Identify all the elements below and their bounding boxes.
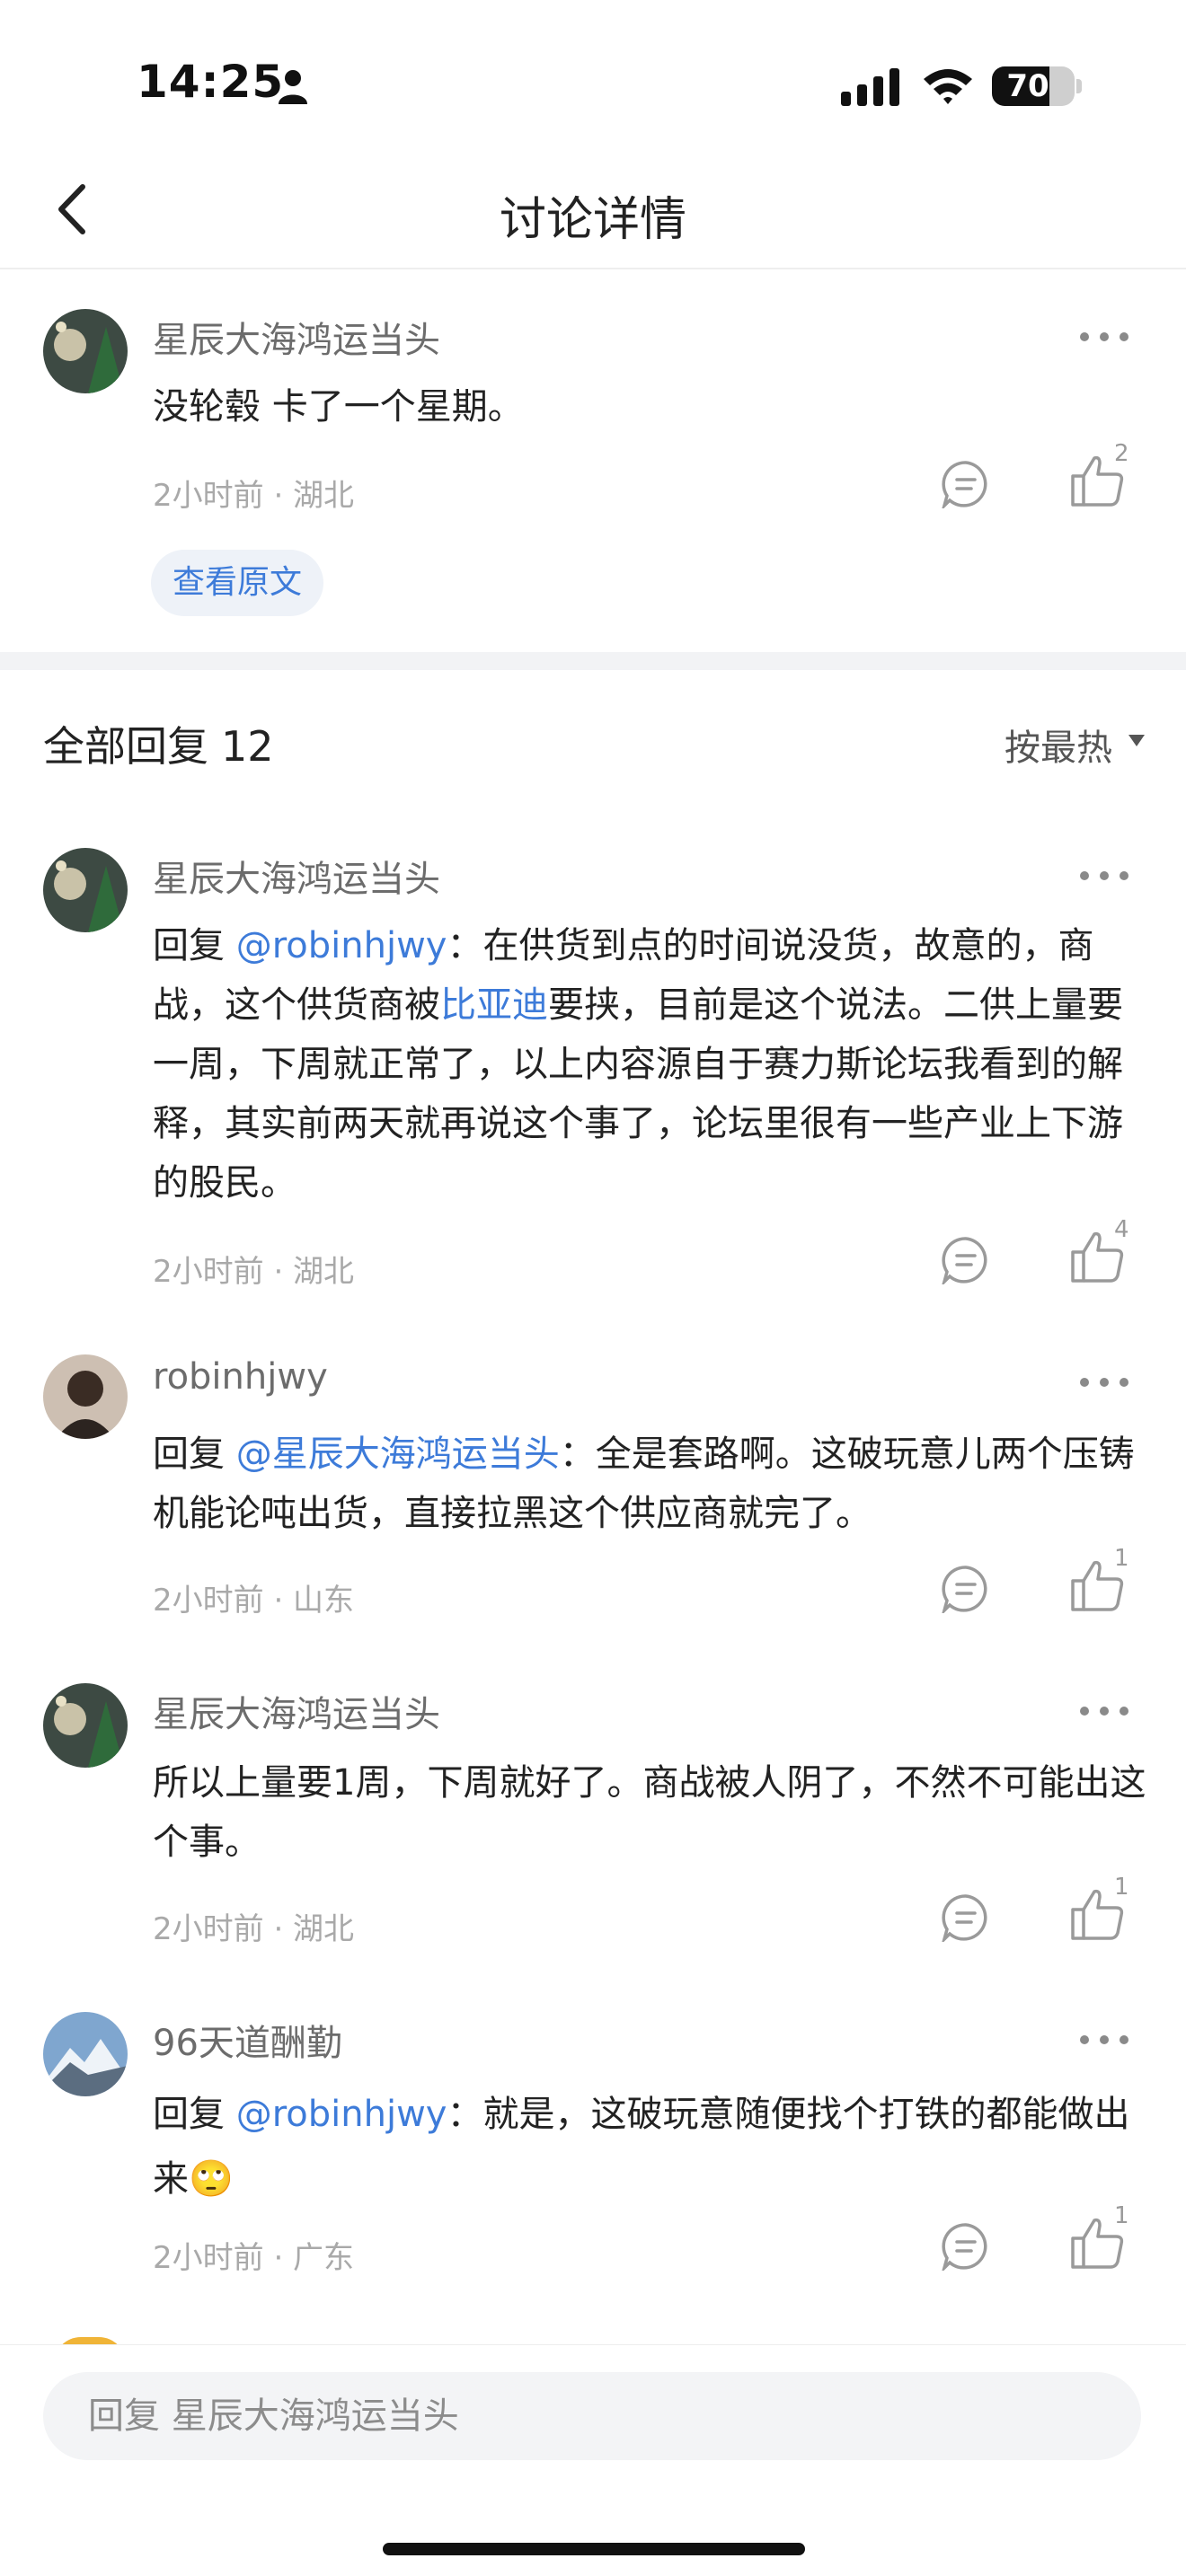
avatar[interactable] [43,2012,128,2096]
post-meta: 2小时前 · 湖北 [153,478,355,514]
eye-roll-emoji-icon: 🙄 [189,2158,234,2200]
reply-input[interactable]: 回复 星辰大海鸿运当头 [43,2372,1141,2460]
sort-dropdown[interactable]: 按最热 [1005,719,1112,771]
reply-meta: 2小时前 · 湖北 [153,1254,355,1290]
like-count: 4 [1114,1216,1129,1243]
comment-icon[interactable] [942,460,990,508]
reply-username[interactable]: robinhjwy [153,1356,328,1398]
post-username[interactable]: 星辰大海鸿运当头 [153,311,440,363]
reply-text: 所以上量要1周，下周就好了。商战被人阴了，不然不可能出这个事。 [153,1762,1146,1863]
nav-bar: 讨论详情 [0,153,1186,269]
like-count: 1 [1114,2202,1129,2229]
replies-header-title: 全部回复 [43,722,208,771]
comment-icon[interactable] [942,1893,990,1942]
mention-link[interactable]: @robinhjwy [236,925,447,966]
like-count: 1 [1114,1545,1129,1572]
reply-meta: 2小时前 · 山东 [153,1583,355,1619]
person-icon [279,70,307,104]
reply-prefix: 回复 [153,1434,236,1475]
section-divider [0,652,1186,670]
more-options-icon[interactable] [1078,1369,1132,1396]
like-count: 1 [1114,1874,1129,1901]
bottom-reply-bar: 回复 星辰大海鸿运当头 [0,2344,1186,2576]
more-options-icon[interactable] [1078,1698,1132,1725]
replies-count: 12 [221,722,274,771]
more-options-icon[interactable] [1078,2026,1132,2053]
home-indicator [383,2543,805,2555]
comment-icon[interactable] [942,1565,990,1613]
reply-username[interactable]: 96天道酬勤 [153,2014,342,2066]
battery-tip [1076,79,1082,93]
stock-link[interactable]: 比亚迪 [440,984,548,1026]
reply-text: 回复 @robinhjwy：在供货到点的时间说没货，故意的，商战，这个供货商被比… [153,916,1150,1213]
comment-icon[interactable] [942,1236,990,1284]
avatar[interactable] [43,309,128,393]
wifi-icon [924,69,972,104]
mention-link[interactable]: @星辰大海鸿运当头 [236,1434,560,1475]
reply-text: 回复 @robinhjwy：就是，这破玩意随便找个打铁的都能做出来🙄 [153,2082,1150,2211]
caret-down-icon[interactable] [1128,735,1145,746]
avatar[interactable] [43,848,128,932]
page-title: 讨论详情 [499,193,686,247]
comment-icon[interactable] [942,2222,990,2271]
more-options-icon[interactable] [1078,323,1132,350]
reply-prefix: 回复 [153,925,236,966]
status-bar: 14:25 70 [0,0,1186,153]
battery-percent: 70 [1006,68,1049,104]
view-original-button[interactable]: 查看原文 [151,550,324,616]
avatar[interactable] [43,1354,128,1439]
post-text: 没轮毂 卡了一个星期。 [153,386,524,428]
reply-username[interactable]: 星辰大海鸿运当头 [153,1685,440,1737]
reply-username[interactable]: 星辰大海鸿运当头 [153,850,440,902]
replies-header: 全部回复 12 [43,714,274,773]
like-count: 2 [1114,440,1129,467]
reply-meta: 2小时前 · 湖北 [153,1911,355,1947]
reply-text: 回复 @星辰大海鸿运当头：全是套路啊。这破玩意儿两个压铸机能论吨出货，直接拉黑这… [153,1425,1150,1543]
reply-meta: 2小时前 · 广东 [153,2240,355,2276]
status-time: 14:25 [137,56,285,108]
cellular-signal-icon [841,68,899,106]
avatar[interactable] [43,1683,128,1768]
reply-prefix: 回复 [153,2094,236,2135]
more-options-icon[interactable] [1078,862,1132,889]
battery-icon: 70 [992,66,1075,106]
mention-link[interactable]: @robinhjwy [236,2094,447,2135]
